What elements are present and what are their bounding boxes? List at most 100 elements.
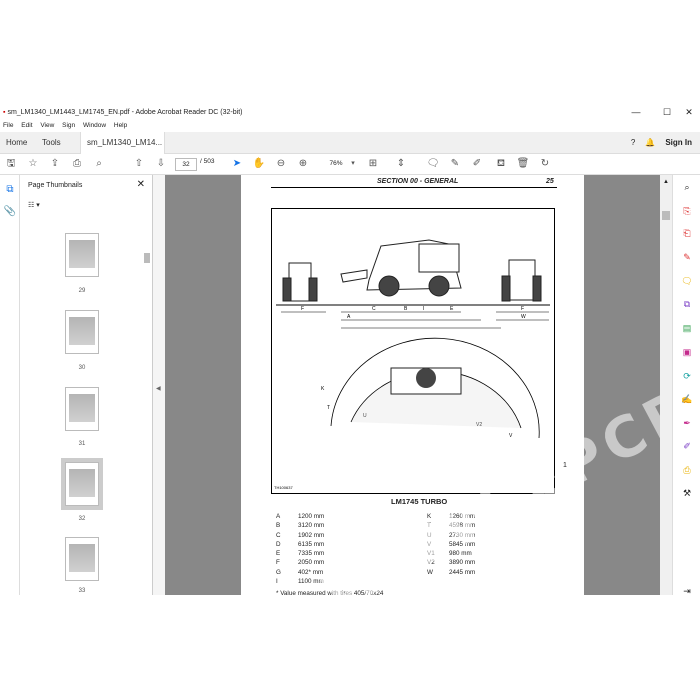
request-signature-icon[interactable]: ✐ <box>681 440 693 452</box>
send-for-review-icon[interactable]: ⎙ <box>681 464 693 476</box>
notifications-icon[interactable]: 🔔 <box>645 132 655 154</box>
tools-pane: ⌕ ⎘ ⎗ ✎ 🗨 ⧉ ▤ ▣ ⟳ ✍ ✒ ✐ ⎙ ⚒ ⇥ <box>672 175 700 597</box>
fill-sign-icon[interactable]: ✒ <box>681 417 693 429</box>
search-icon[interactable]: ⌕ <box>92 157 106 171</box>
dimension-row: C 1902 mm <box>276 531 348 540</box>
prev-page-icon[interactable]: ⇧ <box>132 157 146 171</box>
menu-help[interactable]: Help <box>114 122 127 129</box>
section-header: SECTION 00 - GENERAL <box>377 178 459 185</box>
dimension-key: U <box>427 531 432 539</box>
comment-icon[interactable]: 🗨 <box>426 157 440 171</box>
hand-tool-icon[interactable]: ✋ <box>252 157 266 171</box>
dimension-key: W <box>427 568 433 576</box>
thumbnail-page[interactable] <box>65 387 99 431</box>
dimension-key: F <box>276 559 280 567</box>
close-window-button[interactable]: ✕ <box>676 105 700 120</box>
tab-home[interactable]: Home <box>0 132 33 154</box>
scroll-up-icon[interactable]: ▲ <box>663 179 669 185</box>
print-icon[interactable]: ⎙ <box>70 157 84 171</box>
zoom-in-icon[interactable]: ⊕ <box>296 157 310 171</box>
next-page-icon[interactable]: ⇩ <box>154 157 168 171</box>
protect-icon[interactable]: ✍ <box>681 393 693 405</box>
upload-icon[interactable]: ⇪ <box>48 157 62 171</box>
compress-pdf-icon[interactable]: ▣ <box>681 346 693 358</box>
menu-sign[interactable]: Sign <box>62 122 75 129</box>
scroll-mode-icon[interactable]: ⇕ <box>394 157 408 171</box>
thumbnail-page[interactable] <box>65 233 99 277</box>
thumbnail-options-icon[interactable]: ☷ ▾ <box>28 201 40 209</box>
thumbnail-label: 32 <box>78 516 86 522</box>
tab-document[interactable]: sm_LM1340_LM14... × <box>80 132 165 169</box>
dimension-row: V 5845 mm <box>427 540 499 549</box>
tab-tools[interactable]: Tools <box>36 132 67 154</box>
dimension-row: K 1260 mm <box>427 512 499 521</box>
scan-ocr-icon[interactable]: ⟳ <box>681 370 693 382</box>
header-rule <box>271 187 557 188</box>
thumbnails-scroll-thumb[interactable] <box>144 253 150 263</box>
dimension-key: V2 <box>427 559 435 567</box>
dimension-row: D 6135 mm <box>276 540 348 549</box>
stamp-icon[interactable]: ⛾ <box>494 157 508 171</box>
minimize-button[interactable]: — <box>623 105 649 120</box>
bookmark-star-icon[interactable]: ☆ <box>26 157 40 171</box>
collapse-panel-icon[interactable]: ◀ <box>156 385 161 392</box>
thumbnail-page[interactable] <box>65 310 99 354</box>
export-pdf-icon[interactable]: ⎘ <box>681 205 693 217</box>
tab-bar-right: ? 🔔 Sign In <box>631 132 692 154</box>
dimension-value: 1100 mm <box>298 578 324 586</box>
thumbnail-page-selected[interactable] <box>61 458 103 510</box>
svg-text:C: C <box>372 306 376 312</box>
menu-file[interactable]: File <box>3 122 13 129</box>
delete-icon[interactable]: 🗑 <box>516 157 530 171</box>
dimension-value: 7335 mm <box>298 550 325 558</box>
thumbnails-scrollbar[interactable] <box>142 175 152 595</box>
combine-files-icon[interactable]: ⧉ <box>681 298 693 310</box>
dimension-value: 2445 mm <box>449 568 476 576</box>
dimension-key: V <box>427 540 432 548</box>
menu-view[interactable]: View <box>40 122 54 129</box>
create-pdf-icon[interactable]: ⎗ <box>681 227 693 239</box>
collapse-tools-icon[interactable]: ⇥ <box>681 585 693 597</box>
dimension-key: T <box>427 522 431 530</box>
dimension-value: 402* mm <box>298 568 324 576</box>
select-cursor-icon[interactable]: ➤ <box>230 157 244 171</box>
dimension-key: G <box>276 568 281 576</box>
edit-pdf-icon[interactable]: ✎ <box>681 251 693 263</box>
dimension-row: E 7335 mm <box>276 549 348 558</box>
dimension-value: 1902 mm <box>298 531 325 539</box>
dimension-row: I 1100 mm <box>276 577 348 586</box>
draw-icon[interactable]: ✐ <box>470 157 484 171</box>
thumbnail-page[interactable] <box>65 537 99 581</box>
sign-in-button[interactable]: Sign In <box>665 132 692 154</box>
rotate-icon[interactable]: ↻ <box>538 157 552 171</box>
page-number-input[interactable]: 32 <box>175 158 197 171</box>
menu-bar: File Edit View Sign Window Help <box>0 120 700 132</box>
thumbnail-image <box>69 469 95 497</box>
chevron-down-icon[interactable]: ▾ <box>346 157 360 171</box>
svg-text:F: F <box>521 306 524 312</box>
thumbnail-label: 33 <box>78 588 86 594</box>
zoom-out-icon[interactable]: ⊖ <box>274 157 288 171</box>
document-viewer[interactable]: SECTION 00 - GENERAL 25 F A C B I E F W … <box>165 175 700 626</box>
menu-window[interactable]: Window <box>83 122 106 129</box>
save-icon[interactable]: 🖫 <box>4 157 18 171</box>
dimension-key: B <box>276 522 281 530</box>
dimension-value: 3890 mm <box>449 559 476 567</box>
page-fit-icon[interactable]: ⊞ <box>366 157 380 171</box>
dimension-key: C <box>276 531 281 539</box>
help-icon[interactable]: ? <box>631 132 635 154</box>
document-scroll-thumb[interactable] <box>662 211 670 220</box>
comment-tool-icon[interactable]: 🗨 <box>681 275 693 287</box>
menu-edit[interactable]: Edit <box>21 122 32 129</box>
dimension-row: B 3120 mm <box>276 521 348 530</box>
thumbnails-panel-icon[interactable]: ⧉ <box>3 183 17 197</box>
page-number: 25 <box>546 178 554 185</box>
more-tools-icon[interactable]: ⚒ <box>681 487 693 499</box>
panel-splitter[interactable]: ◀ <box>153 175 165 595</box>
document-scrollbar[interactable]: ▲ <box>660 175 672 595</box>
search-tool-icon[interactable]: ⌕ <box>681 181 693 193</box>
highlight-pen-icon[interactable]: ✎ <box>448 157 462 171</box>
organize-pages-icon[interactable]: ▤ <box>681 322 693 334</box>
thumbnail-image <box>69 240 95 268</box>
attachment-icon[interactable]: 📎 <box>3 205 17 219</box>
